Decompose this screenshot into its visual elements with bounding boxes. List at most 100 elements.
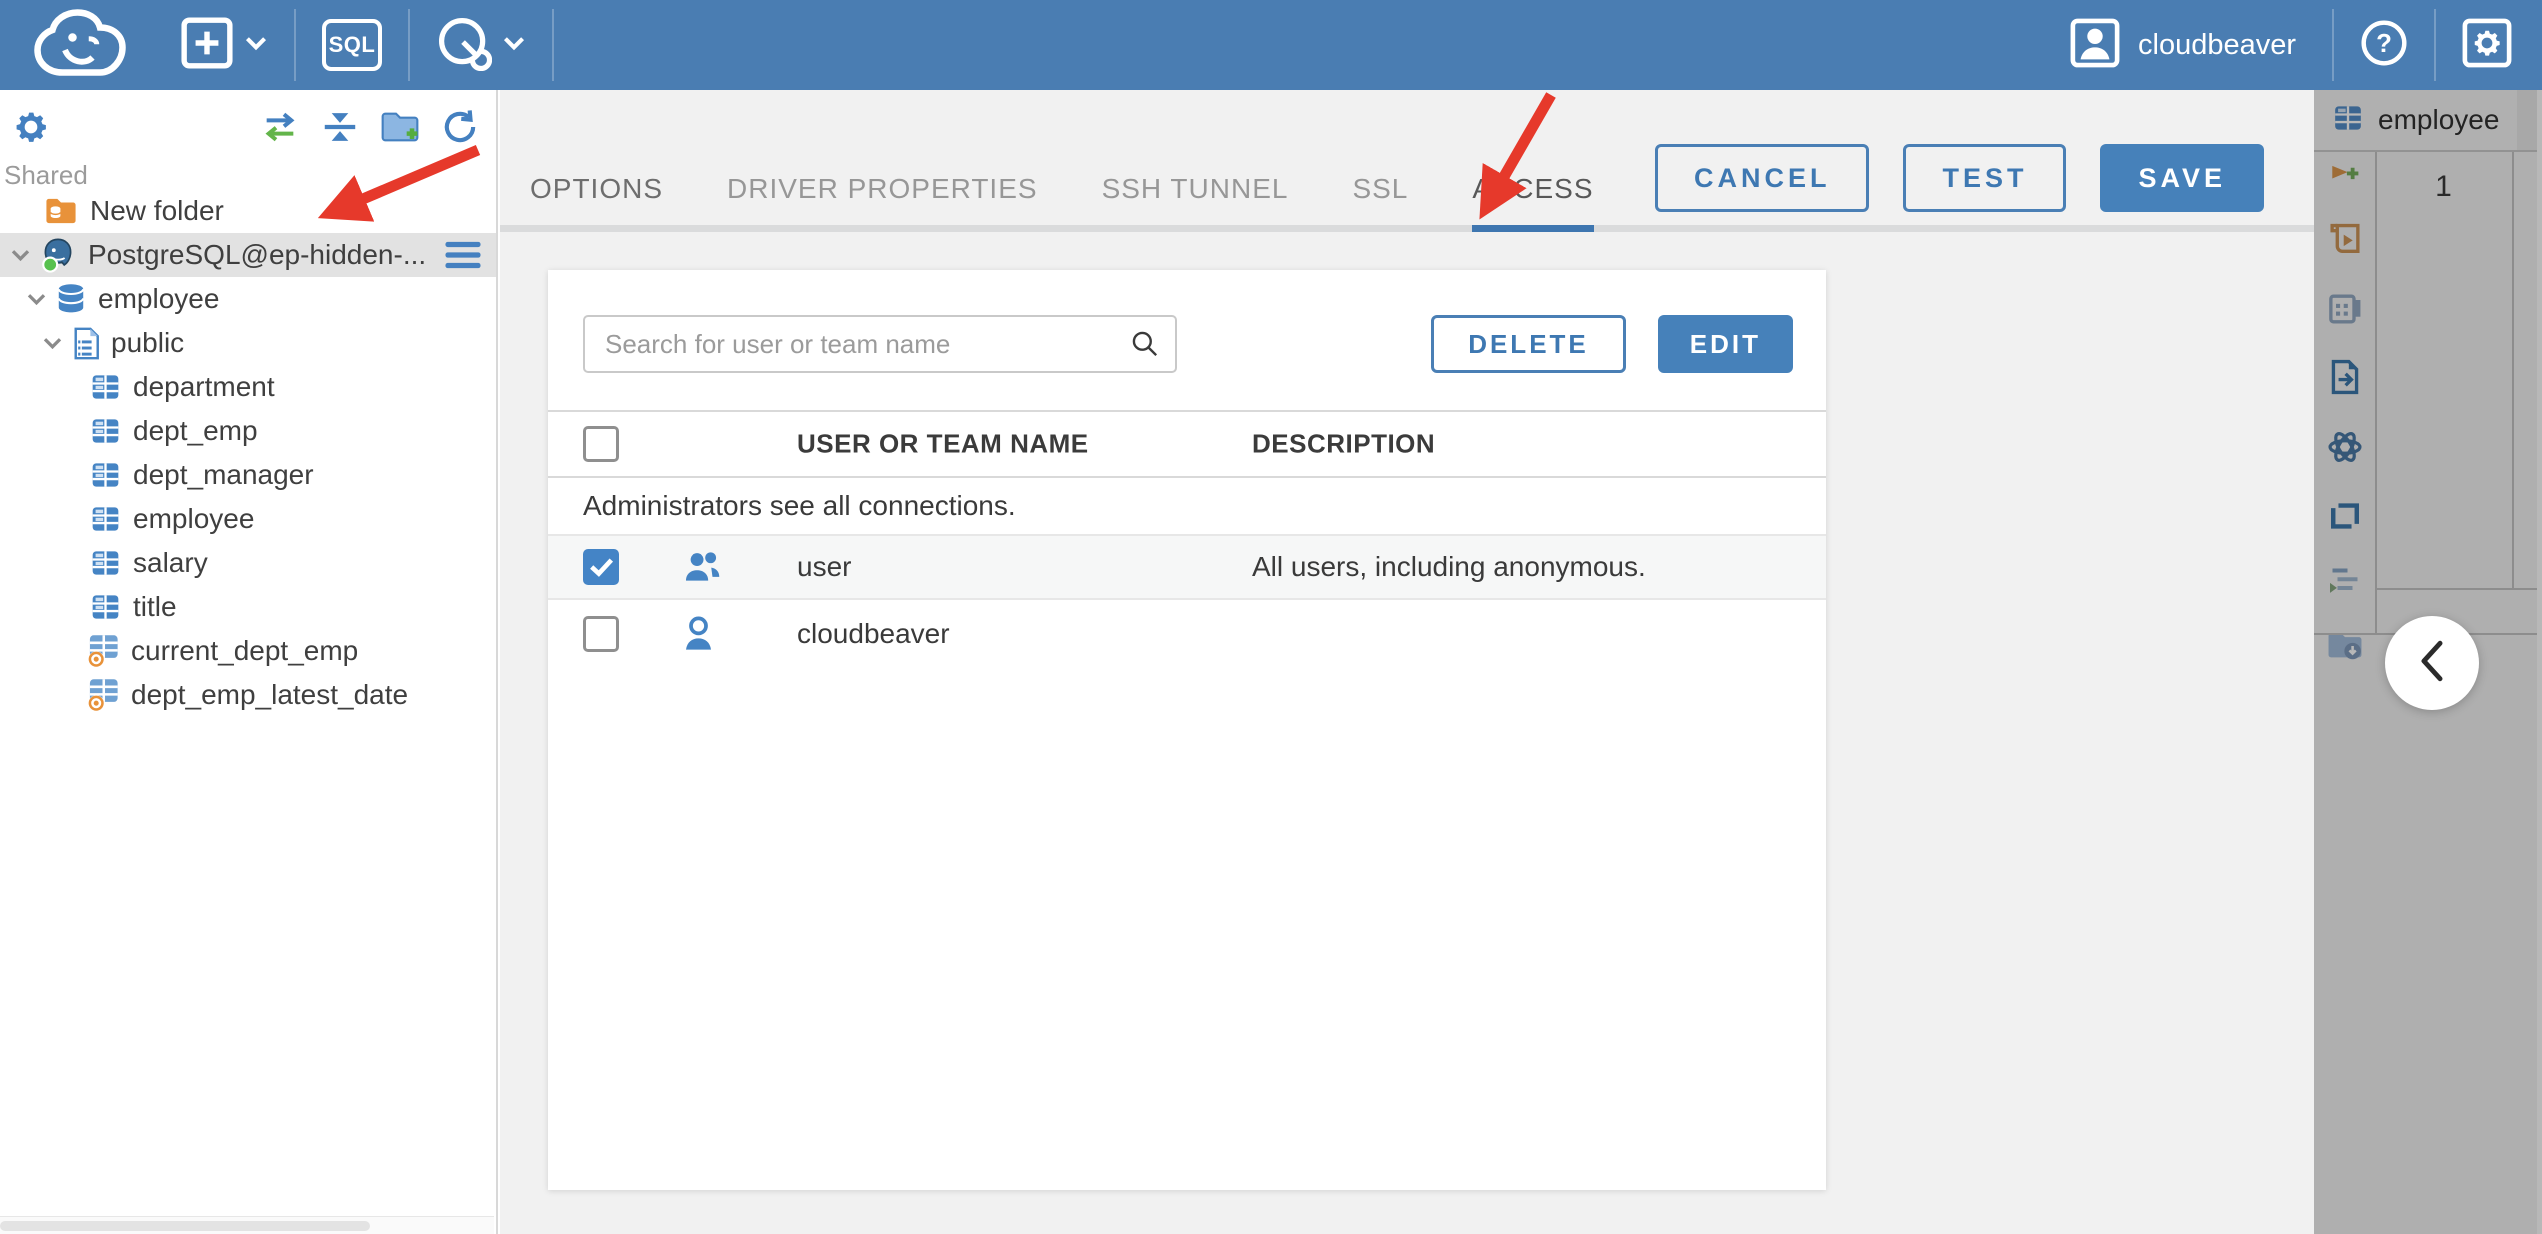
chevron-down-icon[interactable] — [26, 292, 48, 306]
new-item-button[interactable] — [154, 0, 294, 90]
save-button[interactable]: SAVE — [2100, 144, 2264, 212]
tree-item-dept-manager[interactable]: dept_manager — [0, 453, 496, 497]
database-icon — [56, 283, 86, 316]
row-checkbox[interactable] — [583, 616, 619, 652]
tab-ssh-tunnel[interactable]: SSH TUNNEL — [1102, 173, 1289, 232]
admin-info-text: Administrators see all connections. — [583, 490, 1016, 521]
table-header-row: USER OR TEAM NAME DESCRIPTION — [548, 410, 1826, 478]
access-actions: DELETE EDIT — [1431, 315, 1793, 373]
help-button[interactable]: ? — [2334, 0, 2434, 90]
plus-square-icon — [180, 16, 234, 75]
dialog-tabs: OPTIONS DRIVER PROPERTIES SSH TUNNEL SSL ACC… — [530, 90, 1594, 232]
row-checkbox[interactable] — [583, 549, 619, 585]
connection-edit-dialog: OPTIONS DRIVER PROPERTIES SSH TUNNEL SSL ACC… — [500, 90, 2314, 1234]
tree-item-label: title — [133, 591, 177, 622]
refresh-icon[interactable] — [442, 109, 478, 145]
help-circle-icon: ? — [2360, 19, 2408, 72]
settings-gear-icon[interactable] — [12, 108, 50, 146]
table-row-cloudbeaver[interactable]: cloudbeaver — [548, 600, 1826, 668]
tab-ssl[interactable]: SSL — [1352, 173, 1408, 232]
chevron-down-icon — [244, 35, 268, 56]
settings-square-icon — [2462, 18, 2512, 73]
schema-icon — [72, 327, 99, 360]
edit-button[interactable]: EDIT — [1657, 315, 1793, 373]
view-icon — [86, 634, 119, 668]
table-info-row: Administrators see all connections. — [548, 478, 1826, 536]
tree-item-employee[interactable]: employee — [0, 277, 496, 321]
table-icon — [90, 593, 121, 621]
svg-text:?: ? — [2376, 30, 2392, 58]
tree-item-label: employee — [98, 283, 220, 314]
sql-editor-icon: SQL — [322, 19, 382, 71]
scrollbar-thumb[interactable] — [0, 1221, 370, 1231]
tree-item-label: New folder — [90, 195, 224, 226]
topbar-divider — [552, 9, 554, 81]
access-panel: DELETE EDIT USER OR TEAM NAME DESCRIPTIO… — [548, 270, 1826, 1190]
chevron-left-icon — [2419, 640, 2445, 687]
collapse-all-icon[interactable] — [322, 110, 358, 144]
tree-item-label: public — [111, 327, 185, 358]
cell-name: cloudbeaver — [797, 618, 950, 649]
access-table: USER OR TEAM NAME DESCRIPTION Administra… — [548, 410, 1826, 668]
tree-item-title[interactable]: title — [0, 585, 496, 629]
tree-item-label: department — [133, 371, 275, 402]
tab-driver-properties[interactable]: DRIVER PROPERTIES — [727, 173, 1038, 232]
tree-item-current-dept-emp[interactable]: current_dept_emp — [0, 629, 496, 673]
tree-item-postgresql-ep-hidden[interactable]: PostgreSQL@ep-hidden-... — [0, 233, 496, 277]
sql-editor-button[interactable]: SQL — [296, 0, 408, 90]
tree-item-label: dept_emp — [133, 415, 258, 446]
sidebar-horizontal-scrollbar[interactable] — [0, 1216, 494, 1234]
top-app-bar: SQL cloudbeaver ? — [0, 0, 2542, 90]
tree-item-dept-emp[interactable]: dept_emp — [0, 409, 496, 453]
table-row-user[interactable]: user All users, including anonymous. — [548, 536, 1826, 600]
cell-name: user — [797, 551, 852, 582]
tab-access[interactable]: ACCESS — [1472, 173, 1594, 232]
test-button[interactable]: TEST — [1903, 144, 2067, 212]
new-folder-icon[interactable] — [380, 109, 420, 145]
table-icon — [90, 373, 121, 401]
chevron-down-icon[interactable] — [42, 336, 64, 350]
navigation-sidebar: Shared New folder PostgreSQL@ep-hidden-..… — [0, 90, 498, 1234]
view-icon — [86, 678, 119, 712]
postgres-connection-icon — [40, 237, 76, 273]
tree-item-salary[interactable]: salary — [0, 541, 496, 585]
cell-description: All users, including anonymous. — [1252, 551, 1646, 582]
tree-item-label: salary — [133, 547, 208, 578]
user-name-label: cloudbeaver — [2138, 28, 2296, 61]
user-menu-button[interactable]: cloudbeaver — [2060, 0, 2332, 90]
user-icon — [681, 615, 716, 654]
table-icon — [90, 417, 121, 445]
tree-section-label: Shared — [4, 160, 88, 190]
menu-hamburger-icon[interactable] — [444, 240, 482, 270]
search-input[interactable] — [583, 315, 1177, 373]
column-header-name: USER OR TEAM NAME — [797, 428, 1089, 459]
tree-item-public[interactable]: public — [0, 321, 496, 365]
collapse-panel-button[interactable] — [2385, 616, 2479, 710]
select-all-checkbox[interactable] — [583, 426, 619, 462]
chevron-down-icon — [502, 35, 526, 56]
tree-item-label: dept_emp_latest_date — [131, 679, 409, 710]
tree-item-label: PostgreSQL@ep-hidden-... — [88, 239, 427, 270]
team-icon — [681, 549, 723, 586]
tree-item-new-folder[interactable]: New folder — [0, 189, 496, 233]
tree-item-dept-emp-latest-date[interactable]: dept_emp_latest_date — [0, 673, 496, 717]
delete-button[interactable]: DELETE — [1431, 315, 1626, 373]
column-header-description: DESCRIPTION — [1252, 428, 1436, 459]
connection-wizard-button[interactable] — [410, 0, 552, 90]
sync-connections-icon[interactable] — [260, 110, 300, 144]
table-icon — [90, 461, 121, 489]
table-icon — [90, 549, 121, 577]
tree-item-department[interactable]: department — [0, 365, 496, 409]
table-icon — [90, 505, 121, 533]
settings-button[interactable] — [2436, 0, 2542, 90]
sidebar-toolbar — [0, 98, 490, 156]
chevron-down-icon[interactable] — [10, 248, 32, 262]
tree-item-employee[interactable]: employee — [0, 497, 496, 541]
cancel-button[interactable]: CANCEL — [1654, 144, 1870, 212]
tree-item-label: dept_manager — [133, 459, 314, 490]
tab-options[interactable]: OPTIONS — [530, 173, 663, 232]
connection-tree: New folder PostgreSQL@ep-hidden-... employ… — [0, 189, 496, 717]
dialog-actions: CANCEL TEST SAVE — [1654, 144, 2264, 212]
tree-item-label: current_dept_emp — [131, 635, 359, 666]
cloudbeaver-logo[interactable] — [30, 7, 130, 83]
